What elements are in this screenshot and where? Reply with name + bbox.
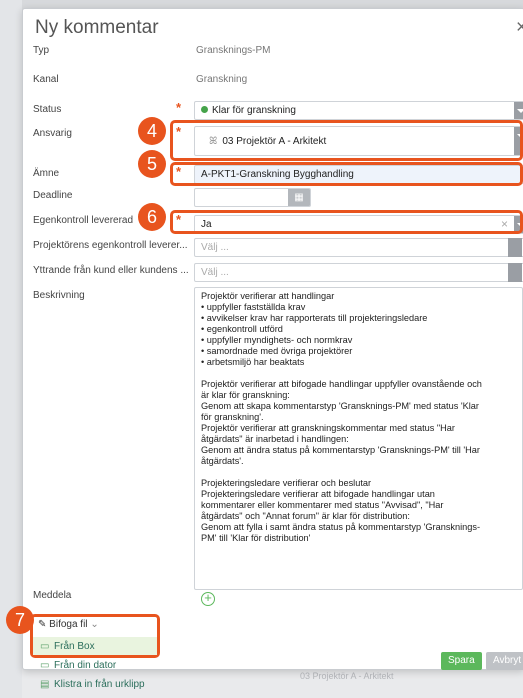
description-line <box>201 467 516 478</box>
calendar-icon[interactable]: ▦ <box>288 189 310 206</box>
description-line: • samordnade med övriga projektörer <box>201 346 353 356</box>
description-line: • uppfyller myndighets- och normkrav <box>201 335 353 345</box>
menu-item-from-box[interactable]: ▭ Från Box <box>40 641 95 652</box>
description-line <box>201 368 516 379</box>
label-status: Status <box>33 104 62 115</box>
description-line: för granskning'. <box>201 412 264 422</box>
chevron-down-icon[interactable] <box>508 263 522 282</box>
save-button[interactable]: Spara <box>441 652 482 670</box>
yttrande-select[interactable]: Välj ... <box>194 263 523 282</box>
clipboard-icon: ▤ <box>40 679 50 690</box>
menu-item-from-computer[interactable]: ▭ Från din dator <box>40 660 116 671</box>
status-dot-icon <box>201 106 208 113</box>
highlight-amne <box>170 162 523 186</box>
description-line: Projektör verifierar att granskningskomm… <box>201 423 455 433</box>
folder-icon: ▭ <box>40 660 50 671</box>
description-line: Genom att ändra status på kommentarstyp … <box>201 445 480 455</box>
status-value: Klar för granskning <box>212 105 296 116</box>
menu-item-label: Från din dator <box>54 660 117 671</box>
chevron-down-icon[interactable] <box>508 238 522 257</box>
label-beskrivning: Beskrivning <box>33 290 85 301</box>
highlight-ansvarig <box>170 120 523 161</box>
description-line: Projekteringsledare verifierar att bifog… <box>201 489 435 499</box>
description-line: Genom att fylla i samt ändra status på k… <box>201 522 481 532</box>
label-egenkontroll: Egenkontroll levererad <box>33 215 134 226</box>
label-typ: Typ <box>33 45 50 56</box>
value-kanal: Granskning <box>196 74 248 85</box>
description-line: Projektör verifierar att handlingar <box>201 291 335 301</box>
value-typ: Gransknings-PM <box>196 45 271 56</box>
description-line: • egenkontroll utförd <box>201 324 283 334</box>
highlight-egenkontroll <box>170 210 523 234</box>
status-select[interactable]: Klar för granskning <box>194 101 523 120</box>
description-line: Projektör verifierar att bifogade handli… <box>201 379 482 389</box>
description-line: åtgärdats" är inarbetad i handlingen: <box>201 434 349 444</box>
background-row-text: 03 Projektör A - Arkitekt <box>300 671 394 681</box>
description-line: kommentarer eller kommentarer med status… <box>201 500 444 510</box>
description-line: Genom att skapa kommentarstyp 'Gransknin… <box>201 401 479 411</box>
deadline-input[interactable]: ▦ <box>194 188 311 207</box>
description-line: åtgärdats" och "Annat forum" är klar för… <box>201 511 410 521</box>
page-backdrop-left <box>0 0 22 698</box>
description-line: • avvikelser krav har rapporterats till … <box>201 313 428 323</box>
dialog-title: Ny kommentar <box>35 17 159 38</box>
description-textarea[interactable]: Projektör verifierar att handlingar • upp… <box>194 287 523 590</box>
label-ansvarig: Ansvarig <box>33 128 72 139</box>
description-line: är klar för granskning: <box>201 390 290 400</box>
cancel-button[interactable]: Avbryt <box>486 652 523 670</box>
required-marker: * <box>176 100 182 115</box>
label-meddela: Meddela <box>33 590 72 601</box>
label-yttrande: Yttrande från kund eller kundens ... <box>33 265 189 276</box>
step-badge-6: 6 <box>138 203 166 231</box>
step-badge-7: 7 <box>6 606 34 634</box>
label-deadline: Deadline <box>33 190 73 201</box>
projektorens-select[interactable]: Välj ... <box>194 238 523 257</box>
description-line: Projekteringsledare verifierar och beslu… <box>201 478 372 488</box>
description-line: åtgärdats'. <box>201 456 244 466</box>
description-line: PM' till 'Klar för distribution' <box>201 533 311 543</box>
step-badge-4: 4 <box>138 117 166 145</box>
menu-item-label: Klistra in från urklipp <box>54 679 145 690</box>
description-line: • arbetsmiljö har beaktats <box>201 357 305 367</box>
step-badge-5: 5 <box>138 150 166 178</box>
menu-item-paste[interactable]: ▤ Klistra in från urklipp <box>40 679 145 690</box>
label-projektorens: Projektörens egenkontroll leverer... <box>33 240 188 251</box>
close-icon[interactable]: × <box>516 17 523 39</box>
chevron-down-icon[interactable] <box>514 102 523 119</box>
add-recipient-icon[interactable]: + <box>201 591 215 606</box>
label-amne: Ämne <box>33 168 60 179</box>
description-line: • uppfyller fastställda krav <box>201 302 306 312</box>
menu-item-label: Från Box <box>54 641 95 652</box>
folder-icon: ▭ <box>40 641 50 652</box>
label-kanal: Kanal <box>33 74 59 85</box>
